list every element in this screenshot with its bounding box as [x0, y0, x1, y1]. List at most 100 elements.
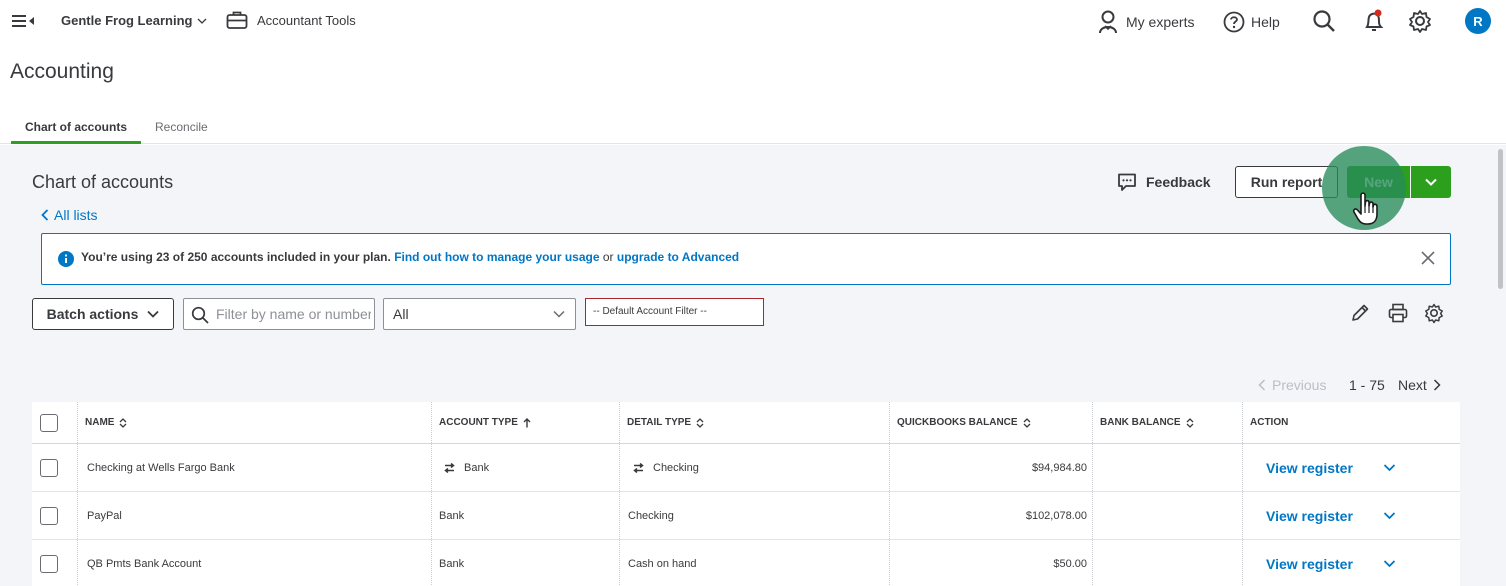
quickbooks-balance: $50.00	[1053, 557, 1087, 570]
help-button[interactable]: Help	[1223, 8, 1280, 36]
sort-icon	[696, 417, 704, 428]
detail-type: Checking	[628, 509, 674, 522]
detail-type: Cash on hand	[628, 557, 697, 570]
info-icon	[58, 251, 74, 267]
company-name: Gentle Frog Learning	[61, 13, 193, 28]
chevron-down-icon	[553, 310, 565, 318]
feedback-button[interactable]: Feedback	[1117, 172, 1211, 192]
accounts-table: NAME ACCOUNT TYPE DETAIL TYPE QUICKBOOKS…	[32, 402, 1460, 586]
accountant-tools-button[interactable]: Accountant Tools	[226, 10, 356, 30]
column-header-bank-balance-label: BANK BALANCE	[1100, 417, 1181, 428]
tab-chart-of-accounts[interactable]: Chart of accounts	[11, 110, 142, 144]
table-row[interactable]: QB Pmts Bank Account Bank Cash on hand $…	[32, 540, 1460, 586]
new-account-button[interactable]: New	[1347, 166, 1410, 198]
all-lists-label: All lists	[54, 207, 98, 223]
account-type-select[interactable]: All	[383, 298, 576, 330]
quickbooks-balance: $94,984.80	[1031, 461, 1087, 474]
my-experts-label: My experts	[1126, 14, 1195, 30]
tab-bar: Chart of accounts Reconcile	[0, 110, 1506, 144]
view-register-link[interactable]: View register	[1266, 540, 1353, 586]
column-header-account-type[interactable]: ACCOUNT TYPE	[439, 402, 531, 443]
bank-feed-connected-icon	[633, 462, 644, 473]
column-header-action-label: ACTION	[1250, 417, 1289, 428]
account-name: Checking at Wells Fargo Bank	[87, 461, 235, 474]
view-register-link[interactable]: View register	[1266, 444, 1353, 491]
table-row[interactable]: PayPal Bank Checking $102,078.00 View re…	[32, 492, 1460, 540]
manage-usage-link[interactable]: Find out how to manage your usage	[394, 250, 599, 264]
briefcase-icon	[226, 11, 248, 29]
row-actions-dropdown[interactable]	[1383, 444, 1396, 491]
accountant-tools-label: Accountant Tools	[257, 12, 356, 28]
my-experts-button[interactable]: My experts	[1098, 8, 1194, 36]
upgrade-link[interactable]: upgrade to Advanced	[617, 250, 739, 264]
chevron-left-icon	[1258, 379, 1266, 391]
column-header-quickbooks-balance[interactable]: QUICKBOOKS BALANCE	[897, 402, 1031, 443]
feedback-label: Feedback	[1146, 174, 1211, 190]
account-type: Bank	[464, 461, 490, 474]
next-label: Next	[1398, 377, 1427, 393]
gear-icon[interactable]	[1407, 8, 1433, 34]
feedback-speech-icon	[1118, 173, 1136, 191]
notifications-bell-icon[interactable]	[1361, 8, 1387, 34]
account-type: Bank	[439, 557, 465, 570]
chevron-down-icon	[198, 18, 207, 24]
pagination-previous[interactable]: Previous	[1258, 377, 1326, 393]
person-icon	[1099, 10, 1117, 34]
account-type-cell: Bank	[444, 444, 489, 491]
new-options-dropdown-button[interactable]	[1411, 166, 1451, 198]
column-header-qb-balance-label: QUICKBOOKS BALANCE	[897, 417, 1018, 428]
pagination-range: 1 - 75	[1349, 377, 1385, 393]
sort-ascending-arrow-icon	[523, 417, 531, 427]
row-checkbox[interactable]	[40, 554, 58, 573]
company-switcher[interactable]: Gentle Frog Learning	[61, 13, 207, 28]
row-actions-dropdown[interactable]	[1383, 492, 1396, 539]
sort-icon	[119, 417, 127, 428]
scrollbar-thumb[interactable]	[1498, 149, 1503, 289]
search-icon[interactable]	[1311, 8, 1337, 34]
sort-icon	[1023, 417, 1031, 428]
batch-actions-button[interactable]: Batch actions	[32, 298, 174, 330]
user-avatar[interactable]: R	[1465, 8, 1491, 34]
select-all-cell	[40, 402, 58, 443]
default-account-filter[interactable]: -- Default Account Filter --	[585, 298, 764, 326]
column-header-account-type-label: ACCOUNT TYPE	[439, 417, 518, 428]
column-header-name-label: NAME	[85, 417, 115, 428]
column-header-detail-type[interactable]: DETAIL TYPE	[627, 402, 704, 443]
select-all-checkbox[interactable]	[40, 413, 58, 432]
chevron-down-icon	[1425, 178, 1437, 186]
column-header-detail-type-label: DETAIL TYPE	[627, 417, 692, 428]
account-type-value: All	[393, 306, 409, 322]
run-report-button[interactable]: Run report	[1235, 166, 1338, 198]
table-row[interactable]: Checking at Wells Fargo Bank Bank Checki…	[32, 444, 1460, 492]
print-icon[interactable]	[1387, 302, 1409, 324]
vertical-scrollbar[interactable]	[1496, 145, 1506, 586]
column-header-name[interactable]: NAME	[85, 402, 127, 443]
banner-or: or	[602, 250, 614, 264]
page-title: Accounting	[10, 60, 114, 83]
table-settings-gear-icon[interactable]	[1423, 302, 1445, 324]
column-header-action: ACTION	[1250, 402, 1288, 443]
search-icon	[191, 306, 209, 324]
close-icon[interactable]	[1418, 248, 1438, 268]
detail-type-cell: Checking	[633, 444, 699, 491]
row-checkbox[interactable]	[40, 506, 58, 525]
chevron-down-icon	[1383, 464, 1396, 472]
pagination-next[interactable]: Next	[1398, 377, 1441, 393]
tab-reconcile[interactable]: Reconcile	[141, 110, 222, 144]
account-name: PayPal	[87, 509, 122, 522]
chevron-right-icon	[1433, 379, 1441, 391]
table-header-row: NAME ACCOUNT TYPE DETAIL TYPE QUICKBOOKS…	[32, 402, 1460, 444]
filter-search-box	[183, 298, 375, 330]
collapse-menu-icon[interactable]	[12, 13, 36, 29]
row-actions-dropdown[interactable]	[1383, 540, 1396, 586]
view-register-link[interactable]: View register	[1266, 492, 1353, 539]
pencil-edit-icon[interactable]	[1349, 302, 1371, 324]
banner-message: You’re using 23 of 250 accounts included…	[81, 250, 739, 264]
search-input[interactable]	[216, 304, 371, 324]
previous-label: Previous	[1272, 377, 1327, 393]
column-header-bank-balance[interactable]: BANK BALANCE	[1100, 402, 1194, 443]
row-checkbox[interactable]	[40, 458, 58, 477]
chevron-down-icon	[1383, 512, 1396, 520]
chevron-left-icon	[41, 209, 49, 221]
all-lists-link[interactable]: All lists	[41, 207, 98, 223]
